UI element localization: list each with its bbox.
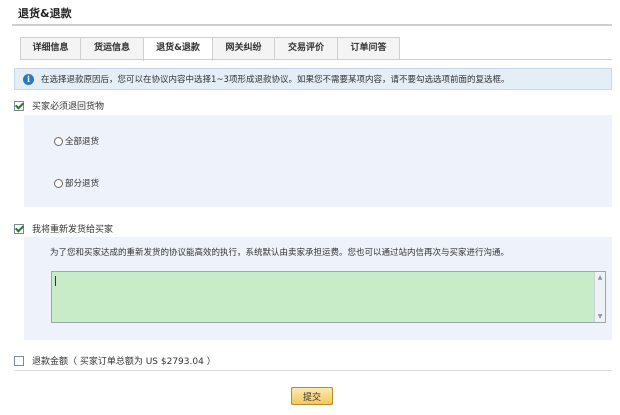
reship-panel: 为了您和买家达成的重新发货的协议能高效的执行，系统默认由卖家承担运费。您也可以通… (24, 237, 612, 340)
info-banner: i 在选择退款原因后，您可以在协议内容中选择1~3项形成退款协议。如果您不需要某… (14, 68, 612, 90)
bottom-divider (14, 370, 612, 371)
title-divider (12, 24, 612, 26)
textarea-scrollbar[interactable]: ▲ ▼ (594, 272, 605, 322)
radio-partial-return-label: 部分退货 (65, 179, 100, 189)
tab-dispute[interactable]: 网关纠纷 (212, 37, 275, 60)
text-caret (55, 276, 56, 286)
radio-partial-return-button[interactable] (54, 178, 63, 188)
refund-row: 退款金额（ 买家订单总额为 US $2793.04 ） (14, 354, 216, 367)
return-goods-checkbox[interactable] (14, 100, 24, 111)
reship-note-textarea[interactable]: ▲ ▼ (51, 271, 606, 323)
radio-partial-return[interactable]: 部分退货 (54, 177, 99, 189)
info-icon: i (23, 73, 34, 85)
reship-hint: 为了您和买家达成的重新发货的协议能高效的执行，系统默认由卖家承担运费。您也可以通… (50, 248, 510, 258)
scroll-down-icon[interactable]: ▼ (595, 311, 605, 322)
tab-details[interactable]: 详细信息 (20, 37, 81, 60)
tab-return-refund[interactable]: 退货&退款 (143, 37, 213, 61)
reship-checkbox[interactable] (14, 223, 24, 234)
refund-label: 退款金额（ 买家订单总额为 US $2793.04 ） (32, 357, 216, 367)
return-goods-label: 买家必须退回货物 (32, 102, 105, 112)
radio-full-return-button[interactable] (54, 136, 63, 146)
reship-row: 我将重新发货给买家 (14, 222, 113, 235)
scroll-up-icon[interactable]: ▲ (595, 272, 605, 283)
tab-order-qa[interactable]: 订单问答 (337, 37, 400, 60)
info-text: 在选择退款原因后，您可以在协议内容中选择1~3项形成退款协议。如果您不需要某项内… (41, 75, 510, 85)
radio-full-return-label: 全部退货 (65, 137, 100, 147)
radio-full-return[interactable]: 全部退货 (54, 135, 99, 147)
return-goods-row: 买家必须退回货物 (14, 99, 104, 112)
reship-label: 我将重新发货给买家 (32, 225, 114, 235)
tab-shipping[interactable]: 货运信息 (80, 37, 144, 60)
tab-feedback[interactable]: 交易评价 (274, 37, 338, 60)
refund-checkbox[interactable] (14, 355, 24, 366)
tab-bar: 详细信息 货运信息 退货&退款 网关纠纷 交易评价 订单问答 (20, 37, 400, 61)
page-title: 退货&退款 (18, 7, 72, 20)
submit-button[interactable]: 提交 (291, 387, 333, 405)
return-options-panel: 全部退货 部分退货 (24, 115, 612, 207)
tab-divider (20, 59, 612, 60)
